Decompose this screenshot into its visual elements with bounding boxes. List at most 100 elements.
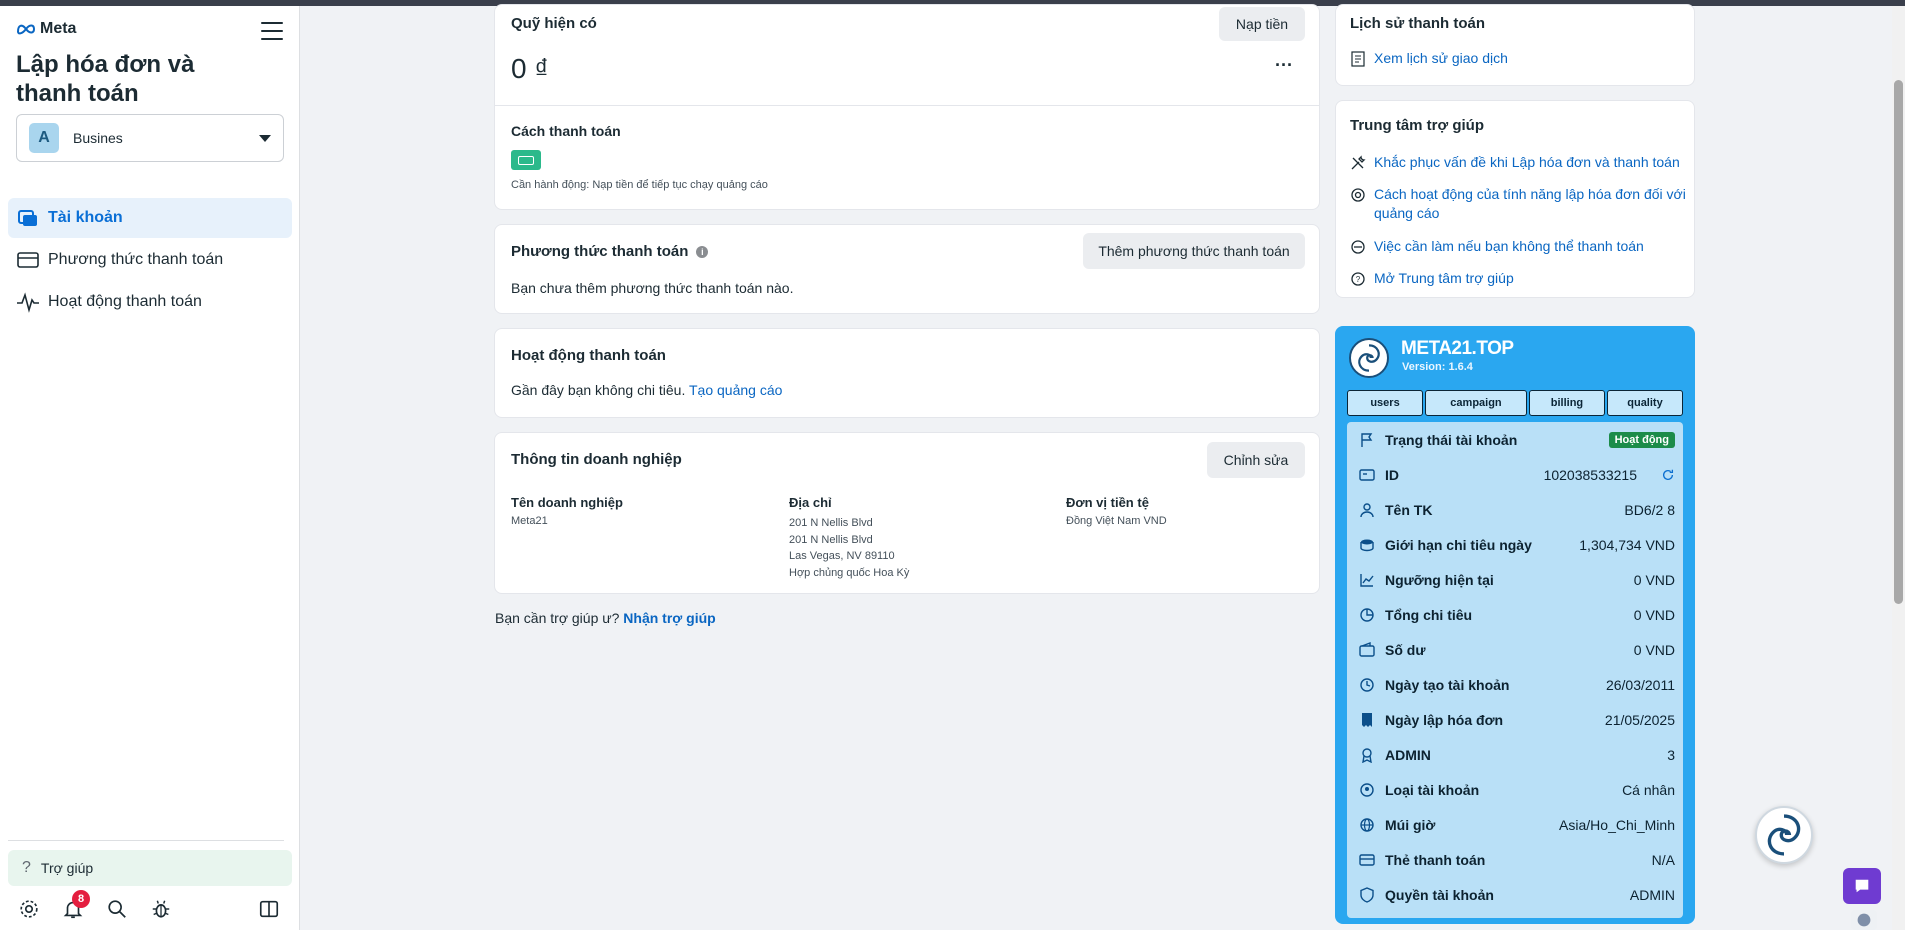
- add-payment-method-button[interactable]: Thêm phương thức thanh toán: [1083, 233, 1305, 269]
- payment-history-card: Lịch sử thanh toán Xem lịch sử giao dịch: [1335, 4, 1695, 86]
- bug-icon: [152, 900, 170, 918]
- help-link-cannot-pay[interactable]: Việc cần làm nếu bạn không thể thanh toá…: [1350, 237, 1686, 256]
- detail-label: Thẻ thanh toán: [1385, 851, 1486, 868]
- detail-value: N/A: [1651, 851, 1675, 868]
- address-line: 201 N Nellis Blvd: [789, 517, 873, 529]
- payment-history-title: Lịch sử thanh toán: [1350, 15, 1486, 32]
- sidebar-item-payment-methods[interactable]: Phương thức thanh toán: [8, 240, 292, 280]
- business-info-card: Thông tin doanh nghiệp Chỉnh sửa Tên doa…: [494, 432, 1320, 594]
- view-transactions-link[interactable]: Xem lịch sử giao dịch: [1350, 49, 1508, 68]
- business-info-title: Thông tin doanh nghiệp: [511, 451, 682, 468]
- help-label: Trợ giúp: [40, 860, 94, 876]
- tab-billing[interactable]: billing: [1528, 390, 1605, 416]
- detail-value: 26/03/2011: [1605, 676, 1675, 693]
- activity-icon: [17, 292, 39, 313]
- admin-badge-icon: [1362, 747, 1372, 763]
- help-link-troubleshoot[interactable]: Khắc phục vấn đề khi Lập hóa đơn và than…: [1350, 153, 1686, 172]
- more-options-button[interactable]: ···: [1275, 55, 1293, 76]
- swirl-logo-icon: [1358, 344, 1380, 372]
- extension-tabs: users campaign billing quality: [1347, 390, 1683, 416]
- scrollbar-thumb[interactable]: [1894, 80, 1903, 604]
- tab-users[interactable]: users: [1347, 390, 1424, 416]
- refresh-icon[interactable]: [1661, 468, 1675, 482]
- extension-account-details: Trạng thái tài khoản Hoạt động ID 102038…: [1347, 422, 1683, 918]
- svg-text:?: ?: [1356, 275, 1361, 284]
- settings-button[interactable]: [18, 898, 40, 920]
- question-circle-icon: ?: [1351, 272, 1365, 286]
- language-button[interactable]: [1851, 910, 1877, 930]
- detail-label: Giới hạn chi tiêu ngày: [1385, 536, 1532, 553]
- address-block: 201 N Nellis Blvd 201 N Nellis Blvd Las …: [789, 515, 909, 581]
- help-link-label: Việc cần làm nếu bạn không thể thanh toá…: [1374, 238, 1644, 254]
- tab-campaign[interactable]: campaign: [1425, 390, 1527, 416]
- menu-toggle-button[interactable]: [261, 22, 283, 42]
- sidebar-item-label: Phương thức thanh toán: [48, 251, 224, 268]
- detail-row-invoice-date: Ngày lập hóa đơn 21/05/2025: [1359, 702, 1675, 737]
- sidebar-item-payment-activity[interactable]: Hoạt động thanh toán: [8, 282, 292, 322]
- edit-business-button[interactable]: Chỉnh sửa: [1207, 442, 1305, 478]
- payment-methods-card: Phương thức thanh toán i Thêm phương thứ…: [494, 224, 1320, 314]
- detail-label: Ngày lập hóa đơn: [1385, 711, 1504, 728]
- sidebar-bottom-toolbar: 8: [16, 890, 286, 924]
- sidebar-item-account[interactable]: Tài khoản: [8, 198, 292, 238]
- help-link-label: Cách hoạt động của tính năng lập hóa đơn…: [1374, 186, 1686, 221]
- tab-quality[interactable]: quality: [1606, 390, 1683, 416]
- detail-label: Múi giờ: [1385, 816, 1436, 833]
- payment-methods-header: Phương thức thanh toán i: [511, 243, 709, 260]
- business-selector[interactable]: A Busines: [16, 114, 284, 162]
- meta-logo[interactable]: Meta: [16, 20, 76, 38]
- detail-label: ADMIN: [1385, 746, 1431, 763]
- search-button[interactable]: [106, 898, 128, 920]
- detail-value: Cá nhân: [1622, 781, 1675, 798]
- panel-toggle-button[interactable]: [258, 898, 280, 920]
- flag-icon: [1361, 432, 1373, 447]
- user-icon: [1360, 502, 1374, 517]
- search-icon: [108, 900, 126, 918]
- help-prompt: Bạn cần trợ giúp ư? Nhận trợ giúp: [495, 610, 716, 626]
- meta21-floating-button[interactable]: [1755, 806, 1813, 864]
- info-icon[interactable]: i: [696, 245, 709, 258]
- coins-icon: [1360, 539, 1374, 551]
- help-link-label: Khắc phục vấn đề khi Lập hóa đơn và than…: [1374, 154, 1680, 170]
- credit-card-icon: [17, 252, 39, 268]
- notification-badge: 8: [72, 890, 90, 908]
- currency-value: Đồng Việt Nam VND: [1066, 515, 1167, 527]
- view-transactions-label: Xem lịch sử giao dịch: [1374, 50, 1508, 66]
- notifications-button[interactable]: 8: [62, 890, 90, 920]
- sidebar-help-button[interactable]: ? Trợ giúp: [8, 850, 292, 886]
- account-icon: [18, 210, 37, 226]
- meta21-logo: [1349, 338, 1389, 378]
- create-ad-link[interactable]: Tạo quảng cáo: [689, 382, 782, 398]
- payment-methods-title: Phương thức thanh toán: [511, 243, 689, 260]
- wallet-icon: [1359, 641, 1375, 657]
- topup-button[interactable]: Nạp tiền: [1219, 7, 1305, 41]
- detail-label: ID: [1385, 466, 1399, 483]
- business-name-label: Tên doanh nghiệp: [511, 495, 623, 510]
- extension-version: Version: 1.6.4: [1402, 361, 1473, 373]
- chart-line-icon: [1360, 573, 1374, 587]
- address-line: Hợp chủng quốc Hoa Kỳ: [789, 566, 910, 579]
- detail-value: 1,304,734 VND: [1579, 536, 1675, 553]
- help-prompt-text: Bạn cần trợ giúp ư?: [495, 610, 620, 626]
- sidebar-item-label: Tài khoản: [48, 209, 123, 226]
- report-bug-button[interactable]: [150, 898, 172, 920]
- detail-row-payment-card: Thẻ thanh toán N/A: [1359, 842, 1675, 877]
- funds-card: Quỹ hiện có Nạp tiền 0 ₫ ··· Cách thanh …: [494, 4, 1320, 210]
- detail-value: Asia/Ho_Chi_Minh: [1559, 816, 1675, 833]
- detail-value: BD6/2 8: [1624, 501, 1675, 518]
- detail-label: Tên TK: [1385, 501, 1433, 518]
- id-card-icon: [1359, 468, 1375, 481]
- globe-icon: [1360, 817, 1374, 832]
- help-center-title: Trung tâm trợ giúp: [1350, 117, 1484, 134]
- get-help-link[interactable]: Nhận trợ giúp: [623, 610, 715, 626]
- detail-value: ADMIN: [1629, 886, 1675, 903]
- side-panel-icon: [259, 900, 279, 918]
- help-link-open-help-center[interactable]: ? Mở Trung tâm trợ giúp: [1350, 269, 1686, 288]
- chat-support-button[interactable]: [1843, 868, 1881, 904]
- business-name-value: Meta21: [511, 515, 548, 527]
- detail-value: 21/05/2025: [1604, 711, 1675, 728]
- globe-icon: [1857, 913, 1871, 927]
- help-link-how-billing-works[interactable]: Cách hoạt động của tính năng lập hóa đơn…: [1350, 185, 1686, 223]
- detail-row-threshold: Ngưỡng hiện tại 0 VND: [1359, 562, 1675, 597]
- invoice-icon: [1362, 712, 1372, 727]
